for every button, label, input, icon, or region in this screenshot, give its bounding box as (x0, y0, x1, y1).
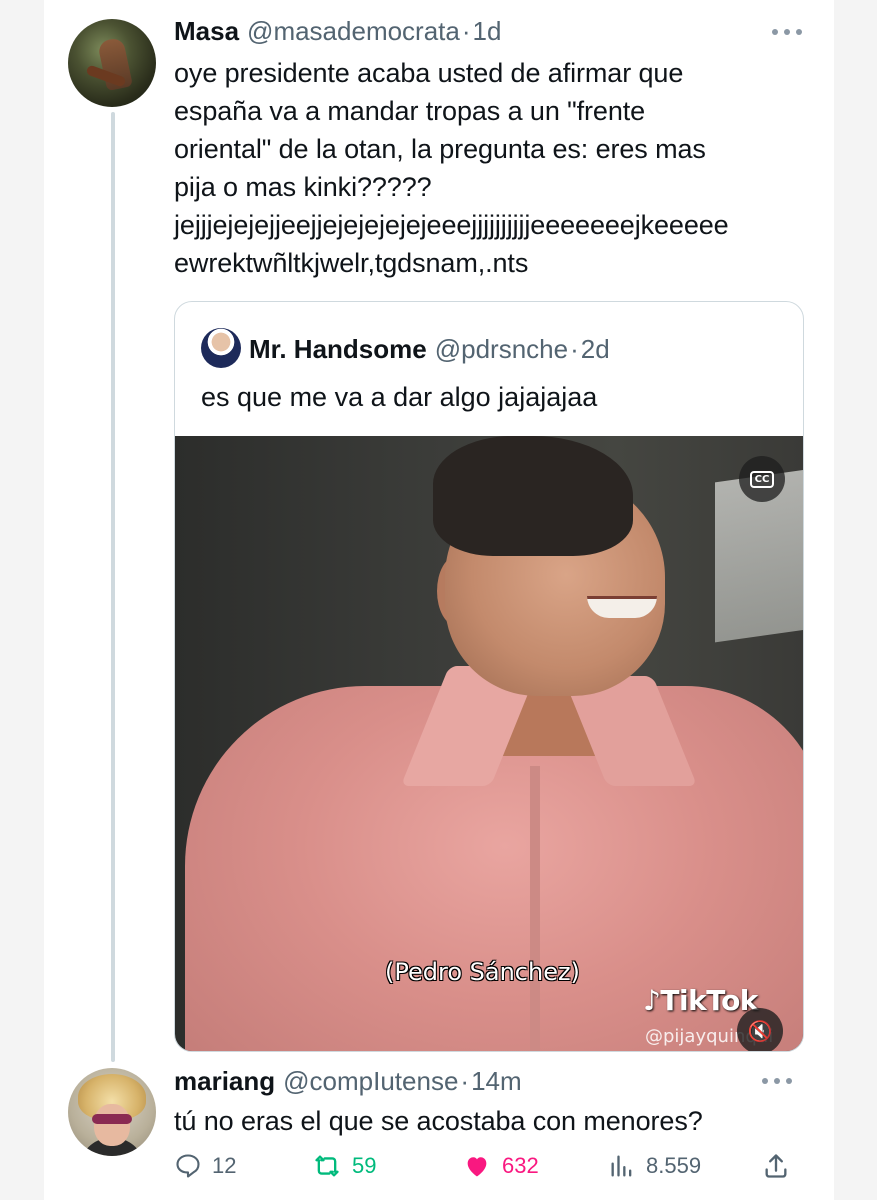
more-options-icon[interactable] (772, 29, 802, 37)
tweet-header: Masa @masademocrata · 1d (174, 16, 501, 47)
retweet-button[interactable]: 59 (312, 1152, 376, 1180)
separator: · (461, 16, 471, 46)
quoted-avatar[interactable] (201, 328, 241, 368)
separator: · (570, 334, 579, 364)
view-count: 8.559 (646, 1153, 702, 1178)
heart-icon (467, 1157, 487, 1177)
reply-icon (176, 1154, 200, 1178)
quoted-timestamp[interactable]: 2d (581, 334, 610, 365)
reply-text: tú no eras el que se acostaba con menore… (174, 1106, 703, 1136)
video-player[interactable]: CC (Pedro Sánchez) ♪TikTok @pijayquinqui… (175, 436, 803, 1051)
reply-author-name[interactable]: mariang (174, 1066, 275, 1097)
tiktok-watermark: ♪TikTok (643, 984, 758, 1017)
reply-author-handle[interactable]: @compIutense (283, 1066, 458, 1097)
tweet-text-line: ewrektwñltkjwelr,tgdsnam,.nts (174, 248, 529, 278)
tweet-text-line: oye presidente acaba usted de afirmar qu… (174, 58, 684, 88)
quoted-text: es que me va a dar algo jajajajaa (201, 382, 598, 412)
retweet-icon (315, 1155, 339, 1177)
more-options-icon[interactable] (762, 1078, 792, 1086)
share-icon (765, 1154, 787, 1178)
reply-button[interactable]: 12 (174, 1152, 236, 1180)
speaker-muted-icon[interactable]: 🔇 (737, 1008, 783, 1051)
thread-connector-line (111, 112, 115, 1062)
tweet-text-line: españa va a mandar tropas a un "frente (174, 96, 646, 126)
views-chart-icon (611, 1155, 632, 1177)
reply-count: 12 (212, 1153, 237, 1178)
views-button[interactable]: 8.559 (608, 1152, 701, 1180)
reply-header: mariang @compIutense · 14m (174, 1066, 522, 1097)
share-button[interactable] (762, 1152, 790, 1180)
quoted-author-name[interactable]: Mr. Handsome (249, 334, 427, 365)
tweet-text-line: pija o mas kinki????? (174, 172, 432, 202)
captions-icon[interactable]: CC (739, 456, 785, 502)
quoted-header: Mr. Handsome @pdrsnche · 2d (249, 334, 610, 365)
like-count: 632 (502, 1153, 539, 1178)
captions-label: CC (749, 470, 775, 488)
quoted-tweet[interactable]: Mr. Handsome @pdrsnche · 2d es que me va… (174, 301, 804, 1052)
avatar[interactable] (68, 1068, 156, 1156)
video-caption: (Pedro Sánchez) (385, 958, 580, 986)
quoted-author-handle[interactable]: @pdrsnche (435, 334, 568, 365)
author-name[interactable]: Masa (174, 16, 239, 47)
author-handle[interactable]: @masademocrata (247, 16, 460, 47)
action-bar: 12 59 632 8.559 (174, 1152, 794, 1192)
separator: · (460, 1066, 470, 1096)
retweet-count: 59 (352, 1153, 377, 1178)
tweet-text-line: oriental" de la otan, la pregunta es: er… (174, 134, 706, 164)
avatar[interactable] (68, 19, 156, 107)
like-button[interactable]: 632 (462, 1152, 539, 1180)
tiktok-watermark-text: TikTok (660, 984, 758, 1017)
reply-timestamp[interactable]: 14m (471, 1066, 522, 1097)
timestamp[interactable]: 1d (473, 16, 502, 47)
tweet-text: oye presidente acaba usted de afirmar qu… (174, 54, 729, 282)
tweet-text-line: jejjjejejejjeejjejejejejejeeejjjjjjjjjje… (174, 210, 729, 240)
